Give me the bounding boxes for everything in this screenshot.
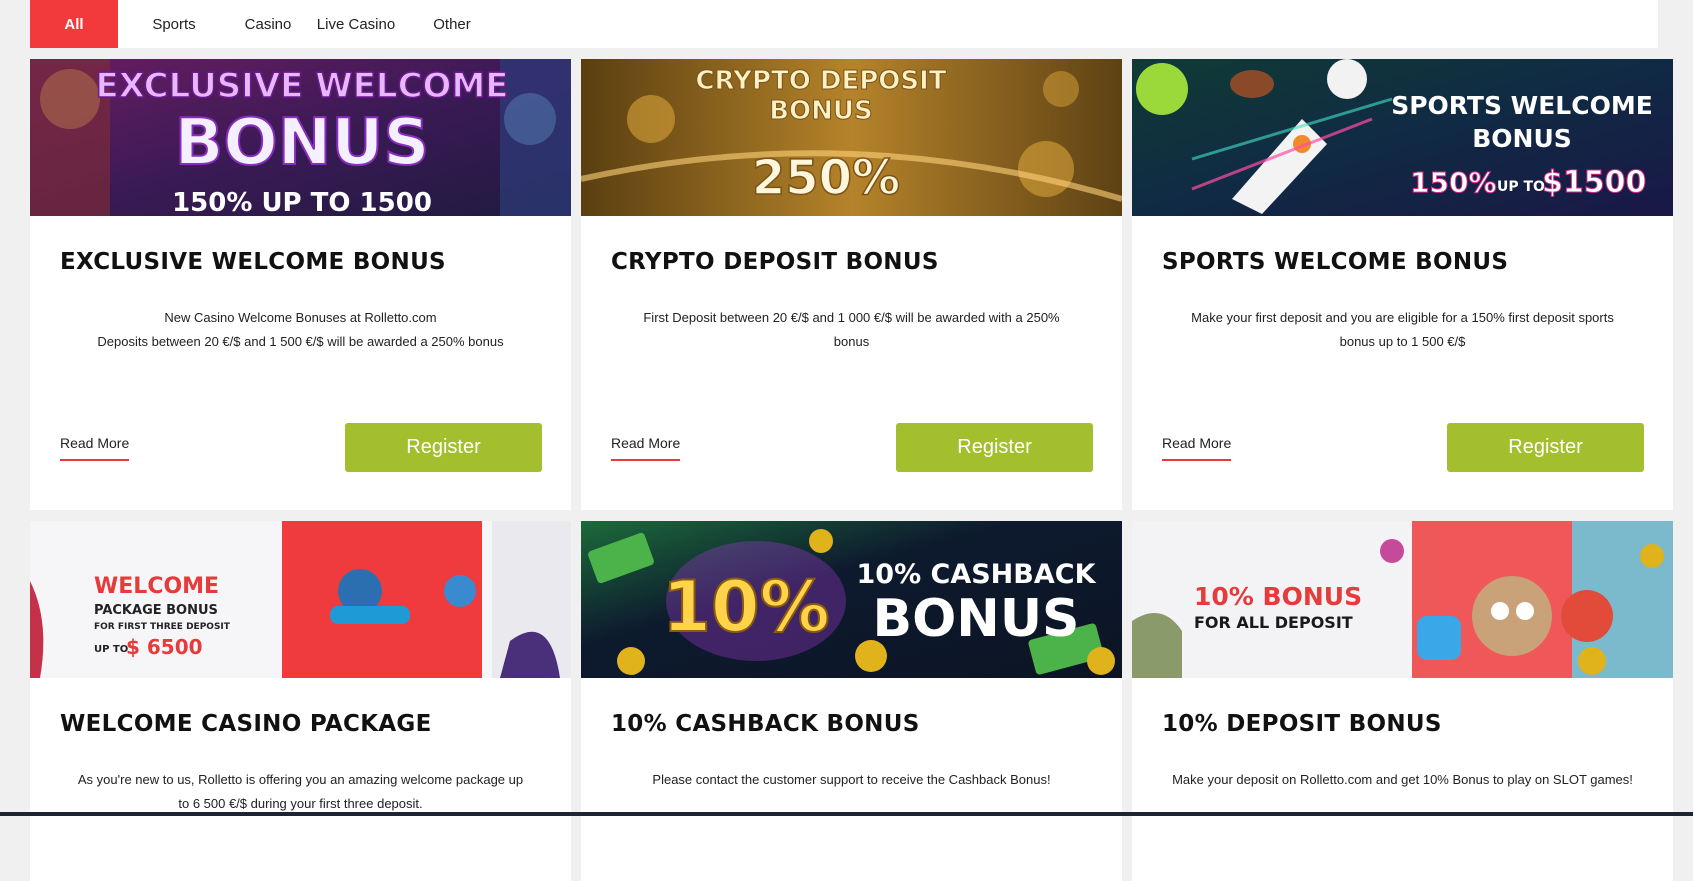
card-description: New Casino Welcome Bonuses at Rolletto.c… — [60, 306, 541, 354]
banner-text: WELCOME — [94, 574, 219, 599]
banner-text: 250% — [752, 150, 900, 206]
read-more-link[interactable]: Read More — [1162, 435, 1232, 461]
banner-text: CRYPTO DEPOSIT — [695, 66, 946, 96]
card-description: First Deposit between 20 €/$ and 1 000 €… — [611, 306, 1092, 354]
banner-image[interactable]: SPORTS WELCOME BONUS 150% UP TO $1500 — [1132, 59, 1673, 216]
banner-text: FOR ALL DEPOSIT — [1194, 613, 1353, 632]
banner-text: 10% BONUS — [1194, 582, 1362, 611]
card-title: SPORTS WELCOME BONUS — [1162, 249, 1509, 275]
description-line: Please contact the customer support to r… — [652, 772, 1051, 787]
banner-text: 150% UP TO 1500 — [172, 188, 432, 216]
tab-other[interactable]: Other — [406, 0, 498, 48]
banner-text: BONUS — [872, 589, 1079, 649]
banner-text: UP TO — [94, 644, 128, 655]
description-line: bonus up to 1 500 €/$ — [1339, 334, 1466, 349]
category-tabs: All Sports Casino Live Casino Other — [30, 0, 1658, 48]
description-line: New Casino Welcome Bonuses at Rolletto.c… — [164, 310, 437, 325]
banner-text: 10% CASHBACK — [857, 559, 1097, 590]
banner-text: UP TO — [1497, 179, 1545, 195]
card-title: EXCLUSIVE WELCOME BONUS — [60, 249, 446, 275]
banner-text: BONUS — [175, 106, 430, 180]
banner-image[interactable]: EXCLUSIVE WELCOME BONUS 150% UP TO 1500 — [30, 59, 571, 216]
card-description: Please contact the customer support to r… — [611, 768, 1092, 792]
banner-text: 10% — [662, 566, 830, 648]
description-line: As you're new to us, Rolletto is offerin… — [77, 772, 524, 787]
description-line: Make your first deposit and you are elig… — [1191, 310, 1614, 325]
tab-live-casino[interactable]: Live Casino — [306, 0, 406, 48]
bonus-card: 10% BONUS FOR ALL DEPOSIT 10% DEPOSIT BO… — [1132, 521, 1673, 881]
read-more-link[interactable]: Read More — [611, 435, 681, 461]
tab-casino[interactable]: Casino — [230, 0, 306, 48]
description-line: First Deposit between 20 €/$ and 1 000 €… — [643, 310, 1060, 325]
banner-text: SPORTS WELCOME — [1391, 91, 1653, 120]
card-title: 10% CASHBACK BONUS — [611, 711, 920, 737]
card-title: WELCOME CASINO PACKAGE — [60, 711, 432, 737]
card-description: Make your deposit on Rolletto.com and ge… — [1162, 768, 1643, 792]
description-line: Deposits between 20 €/$ and 1 500 €/$ wi… — [97, 334, 504, 349]
banner-text: PACKAGE BONUS — [94, 603, 218, 618]
banner-text: 150% — [1410, 166, 1497, 199]
banner-text: EXCLUSIVE WELCOME — [95, 66, 508, 106]
banner-text: $1500 — [1542, 165, 1646, 200]
tab-all[interactable]: All — [30, 0, 118, 48]
bonus-card: SPORTS WELCOME BONUS 150% UP TO $1500 SP… — [1132, 59, 1673, 510]
description-line: Make your deposit on Rolletto.com and ge… — [1172, 772, 1633, 787]
read-more-link[interactable]: Read More — [60, 435, 130, 461]
bonus-card: CRYPTO DEPOSIT BONUS 250% CRYPTO DEPOSIT… — [581, 59, 1122, 510]
banner-text: $ 6500 — [126, 635, 203, 659]
description-line: bonus — [833, 334, 870, 349]
banner-text: BONUS — [769, 96, 873, 126]
banner-text: FOR FIRST THREE DEPOSIT — [94, 622, 231, 632]
tab-sports[interactable]: Sports — [118, 0, 230, 48]
banner-image[interactable]: CRYPTO DEPOSIT BONUS 250% — [581, 59, 1122, 216]
card-title: 10% DEPOSIT BONUS — [1162, 711, 1442, 737]
register-button[interactable]: Register — [1447, 423, 1644, 472]
register-button[interactable]: Register — [896, 423, 1093, 472]
bonus-card: EXCLUSIVE WELCOME BONUS 150% UP TO 1500 … — [30, 59, 571, 510]
card-title: CRYPTO DEPOSIT BONUS — [611, 249, 939, 275]
banner-image[interactable]: WELCOME PACKAGE BONUS FOR FIRST THREE DE… — [30, 521, 571, 678]
banner-text: BONUS — [1472, 124, 1572, 153]
register-button[interactable]: Register — [345, 423, 542, 472]
card-description: Make your first deposit and you are elig… — [1162, 306, 1643, 354]
bonus-card: 10% 10% CASHBACK BONUS 10% CASHBACK BONU… — [581, 521, 1122, 881]
window-bottom-edge — [0, 812, 1693, 816]
card-description: As you're new to us, Rolletto is offerin… — [60, 768, 541, 816]
bonus-card: WELCOME PACKAGE BONUS FOR FIRST THREE DE… — [30, 521, 571, 881]
banner-image[interactable]: 10% 10% CASHBACK BONUS — [581, 521, 1122, 678]
banner-image[interactable]: 10% BONUS FOR ALL DEPOSIT — [1132, 521, 1673, 678]
